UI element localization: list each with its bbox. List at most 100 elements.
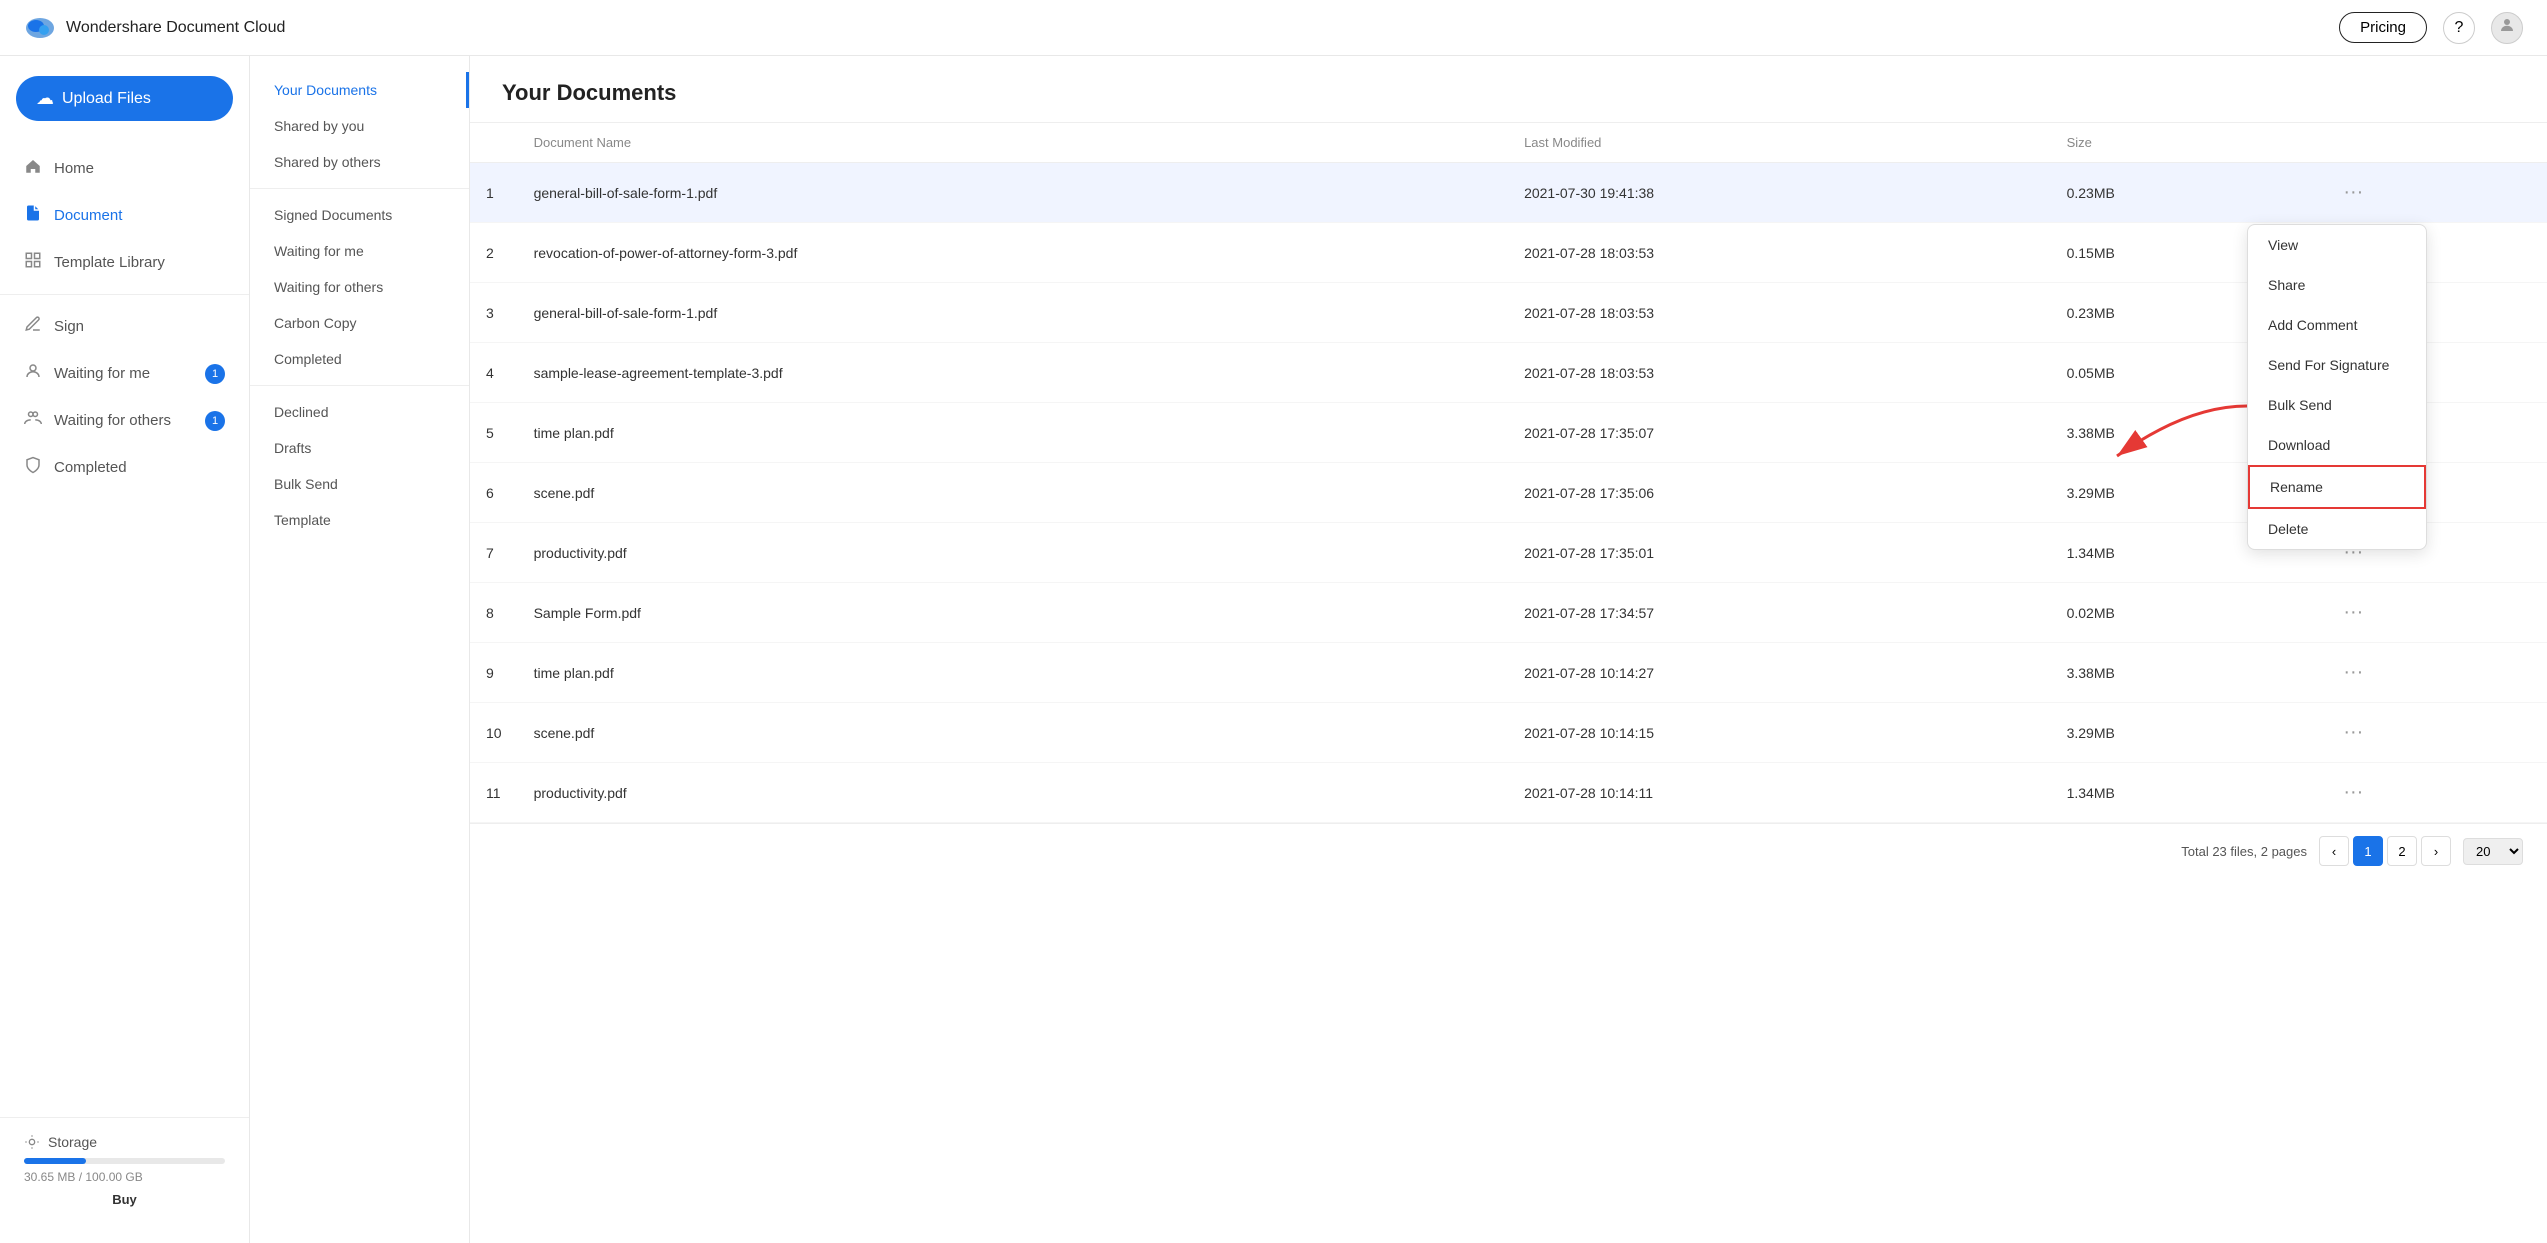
col-actions [2319,123,2547,163]
buy-button[interactable]: Buy [24,1192,225,1207]
content-area: Your Documents Document Name Last Modifi… [470,56,2547,1243]
prev-page-button[interactable]: ‹ [2319,836,2349,866]
mid-sidebar-shared-by-you[interactable]: Shared by you [250,108,469,144]
mid-divider-1 [250,188,469,189]
storage-icon [24,1134,40,1150]
mid-sidebar-waiting-for-others[interactable]: Waiting for others [250,269,469,305]
page-1-button[interactable]: 1 [2353,836,2383,866]
context-item-send-for-signature[interactable]: Send For Signature [2248,345,2426,385]
doc-modified-4: 2021-07-28 17:35:07 [1508,403,2051,463]
more-options-button-9[interactable]: ··· [2335,717,2371,748]
waiting-others-icon [24,409,42,432]
context-item-delete[interactable]: Delete [2248,509,2426,549]
storage-bar [24,1158,225,1164]
doc-name-5: scene.pdf [518,463,1509,523]
col-size: Size [2051,123,2320,163]
doc-size-9: 3.29MB [2051,703,2320,763]
documents-table: Document Name Last Modified Size 1 gener… [470,123,2547,823]
nav-right: Pricing ? [2339,12,2523,44]
context-item-add-comment[interactable]: Add Comment [2248,305,2426,345]
storage-title: Storage [24,1134,225,1150]
mid-sidebar-completed[interactable]: Completed [250,341,469,377]
context-item-rename[interactable]: Rename [2248,465,2426,509]
more-options-button-0[interactable]: ··· [2335,177,2371,208]
sidebar-item-waiting-for-others[interactable]: Waiting for others 1 [0,397,249,444]
per-page-select[interactable]: 20 50 100 [2463,838,2523,865]
sidebar-item-document[interactable]: Document [0,192,249,239]
more-options-button-10[interactable]: ··· [2335,777,2371,808]
bulk-send-label: Bulk Send [274,476,338,492]
mid-sidebar-drafts[interactable]: Drafts [250,430,469,466]
context-item-share[interactable]: Share [2248,265,2426,305]
col-num [470,123,518,163]
table-row: 2 revocation-of-power-of-attorney-form-3… [470,223,2547,283]
help-button[interactable]: ? [2443,12,2475,44]
next-page-button[interactable]: › [2421,836,2451,866]
shared-by-you-label: Shared by you [274,118,364,134]
mid-sidebar-shared-by-others[interactable]: Shared by others [250,144,469,180]
sidebar-completed-label: Completed [54,459,127,476]
doc-name-4: time plan.pdf [518,403,1509,463]
shared-by-others-label: Shared by others [274,154,381,170]
context-item-bulk-send[interactable]: Bulk Send [2248,385,2426,425]
page-title: Your Documents [502,80,2515,106]
context-item-view[interactable]: View [2248,225,2426,265]
doc-size-0: 0.23MB [2051,163,2320,223]
doc-modified-8: 2021-07-28 10:14:27 [1508,643,2051,703]
waiting-me-icon [24,362,42,385]
doc-modified-10: 2021-07-28 10:14:11 [1508,763,2051,823]
declined-label: Declined [274,404,328,420]
more-options-button-7[interactable]: ··· [2335,597,2371,628]
upload-files-button[interactable]: ☁ Upload Files [16,76,233,121]
row-num-6: 7 [470,523,518,583]
page-2-button[interactable]: 2 [2387,836,2417,866]
storage-usage: 30.65 MB / 100.00 GB [24,1170,225,1184]
avatar-button[interactable] [2491,12,2523,44]
sidebar-item-sign[interactable]: Sign [0,303,249,350]
storage-label: Storage [48,1134,97,1150]
pricing-button[interactable]: Pricing [2339,12,2427,43]
content-header: Your Documents [470,56,2547,123]
mid-sidebar: Your Documents Shared by you Shared by o… [250,56,470,1243]
mid-sidebar-your-documents[interactable]: Your Documents [250,72,469,108]
doc-modified-0: 2021-07-30 19:41:38 [1508,163,2051,223]
user-avatar-icon [2498,16,2516,39]
table-row: 11 productivity.pdf 2021-07-28 10:14:11 … [470,763,2547,823]
completed-icon [24,456,42,479]
doc-size-10: 1.34MB [2051,763,2320,823]
doc-modified-6: 2021-07-28 17:35:01 [1508,523,2051,583]
mid-sidebar-bulk-send[interactable]: Bulk Send [250,466,469,502]
row-actions-10: ··· [2319,763,2547,823]
doc-size-7: 0.02MB [2051,583,2320,643]
sidebar-item-waiting-for-me[interactable]: Waiting for me 1 [0,350,249,397]
mid-divider-2 [250,385,469,386]
table-row: 7 productivity.pdf 2021-07-28 17:35:01 1… [470,523,2547,583]
storage-fill [24,1158,86,1164]
mid-sidebar-carbon-copy[interactable]: Carbon Copy [250,305,469,341]
table-row: 6 scene.pdf 2021-07-28 17:35:06 3.29MB ·… [470,463,2547,523]
signed-documents-label: Signed Documents [274,207,392,223]
waiting-others-badge: 1 [205,411,225,431]
row-num-10: 11 [470,763,518,823]
doc-modified-5: 2021-07-28 17:35:06 [1508,463,2051,523]
main-layout: ☁ Upload Files Home Document Template [0,56,2547,1243]
sidebar-document-label: Document [54,207,122,224]
doc-size-8: 3.38MB [2051,643,2320,703]
sidebar-item-template-library[interactable]: Template Library [0,239,249,286]
sidebar-waiting-others-label: Waiting for others [54,412,171,429]
mid-sidebar-template[interactable]: Template [250,502,469,538]
context-item-download[interactable]: Download [2248,425,2426,465]
doc-name-8: time plan.pdf [518,643,1509,703]
template-library-icon [24,251,42,274]
col-last-modified: Last Modified [1508,123,2051,163]
mid-sidebar-signed-documents[interactable]: Signed Documents [250,197,469,233]
more-options-button-8[interactable]: ··· [2335,657,2371,688]
sidebar-item-home[interactable]: Home [0,145,249,192]
carbon-copy-label: Carbon Copy [274,315,357,331]
logo-icon [24,12,56,44]
mid-sidebar-waiting-for-me[interactable]: Waiting for me [250,233,469,269]
row-actions-9: ··· [2319,703,2547,763]
sign-icon [24,315,42,338]
mid-sidebar-declined[interactable]: Declined [250,394,469,430]
sidebar-item-completed[interactable]: Completed [0,444,249,491]
